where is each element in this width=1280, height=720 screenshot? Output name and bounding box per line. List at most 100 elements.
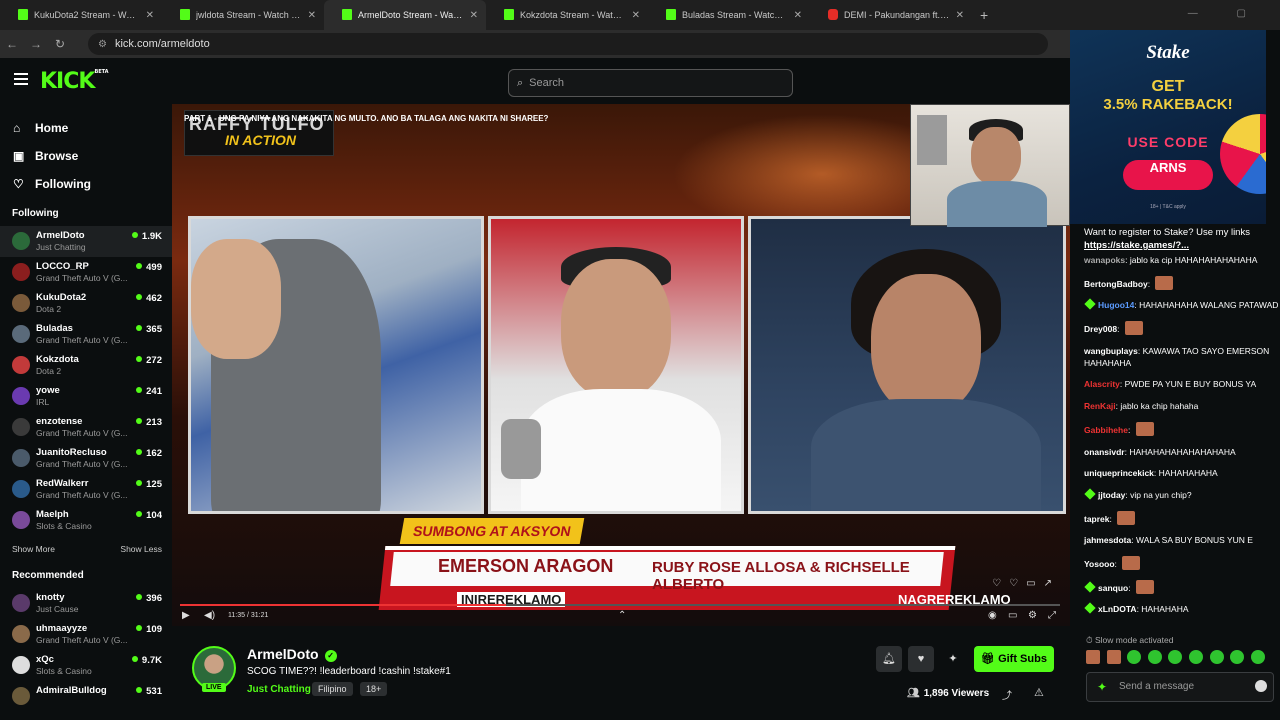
share-icon[interactable]: ⤴ [1002,687,1012,702]
channel-item[interactable]: AdmiralBulldog 531 [0,681,172,712]
channel-viewers: 272 [136,355,162,366]
close-tab-icon[interactable]: ✕ [632,10,640,21]
back-icon[interactable]: ← [0,37,24,51]
chat-username[interactable]: Hugoo14 [1098,300,1134,310]
emote-icon[interactable] [1209,650,1224,664]
fullscreen-icon[interactable]: ⤢ [1048,610,1056,621]
sparkle-icon[interactable]: ✦ [1097,680,1107,694]
channel-category: IRL [36,397,50,407]
channel-item[interactable]: uhmaayyze Grand Theft Auto V (G... 109 [0,619,172,650]
streamer-name[interactable]: ArmelDoto ✓ [247,646,337,662]
chat-input[interactable]: ✦ Send a message [1086,672,1274,702]
browser-tab[interactable]: ArmelDoto Stream - Watch ✕ [324,0,486,30]
chat-username[interactable]: jjtoday [1098,490,1125,500]
show-more-button[interactable]: Show More [12,544,55,554]
chat-username[interactable]: wanapoks [1084,255,1125,265]
nav-item-browse[interactable]: ▣ Browse [0,142,172,170]
channel-viewers: 365 [136,324,162,335]
close-tab-icon[interactable]: ✕ [308,10,316,21]
stream-category[interactable]: Just Chatting [247,684,311,695]
play-icon[interactable]: ▶ [182,610,190,621]
channel-item[interactable]: enzotense Grand Theft Auto V (G... 213 [0,412,172,443]
close-tab-icon[interactable]: ✕ [794,10,802,21]
channel-item[interactable]: yowe IRL 241 [0,381,172,412]
emoji-picker-icon[interactable] [1255,680,1267,692]
browser-tab[interactable]: Kokzdota Stream - Watch Live o ✕ [486,0,648,30]
boost-icon[interactable]: ✦ [940,646,966,672]
channel-item[interactable]: Kokzdota Dota 2 272 [0,350,172,381]
ad-code-button[interactable]: ARNS [1123,160,1213,190]
chat-username[interactable]: onansivdr [1084,447,1125,457]
emote-bar [1086,650,1271,664]
forward-icon[interactable]: → [24,37,48,51]
chat-username[interactable]: Drey008 [1084,324,1117,334]
chevron-up-icon[interactable]: ⌃ [618,610,626,621]
report-icon[interactable]: ⚠ [1034,686,1044,699]
emote-icon[interactable] [1147,650,1162,664]
chat-message: Gabbihehe: [1084,421,1280,436]
emote-icon[interactable] [1188,650,1203,664]
avatar [12,449,30,467]
chat-username[interactable]: BertongBadboy [1084,279,1148,289]
emote-icon[interactable] [1086,650,1100,664]
stake-ad-banner[interactable]: Stake GET 3.5% RAKEBACK! USE CODE ARNS 1… [1070,30,1266,224]
chat-username[interactable]: Gabbihehe [1084,425,1128,435]
channel-item[interactable]: ArmelDoto Just Chatting 1.9K [0,226,172,257]
channel-item[interactable]: xQc Slots & Casino 9.7K [0,650,172,681]
video-player[interactable]: RAFFY TULFO IN ACTION PART 1 - UNG PA NI… [172,104,1070,626]
channel-item[interactable]: Buladas Grand Theft Auto V (G... 365 [0,319,172,350]
channel-item[interactable]: KukuDota2 Dota 2 462 [0,288,172,319]
browser-tab[interactable]: jwldota Stream - Watch Live on ✕ [162,0,324,30]
volume-icon[interactable]: ◀) [204,610,215,621]
clip-actions[interactable]: ♡♡▭↗ [992,578,1060,589]
chat-username[interactable]: RenKaji [1084,401,1116,411]
menu-icon[interactable] [14,73,28,85]
kick-logo[interactable]: KICKBETA [40,69,109,94]
chat-username[interactable]: Yosooo [1084,559,1115,569]
browser-tab[interactable]: KukuDota2 Stream - Watch Live o ✕ [0,0,162,30]
channel-item[interactable]: LOCCO_RP Grand Theft Auto V (G... 499 [0,257,172,288]
chat-username[interactable]: jahmesdota [1084,535,1131,545]
emote-icon[interactable] [1168,650,1183,664]
channel-item[interactable]: JuanitoRecluso Grand Theft Auto V (G... 16… [0,443,172,474]
chat-username[interactable]: wangbuplays [1084,346,1138,356]
chat-text: HAHAHAHAHAHAHAHAHA [1129,446,1236,457]
show-less-button[interactable]: Show Less [120,544,162,554]
channel-item[interactable]: knotty Just Cause 396 [0,588,172,619]
tag-age[interactable]: 18+ [360,682,388,696]
chat-username[interactable]: uniqueprincekick [1084,468,1154,478]
follow-heart-icon[interactable]: ♥ [908,646,934,672]
chat-username[interactable]: xLnDOTA [1098,604,1137,614]
pinned-link[interactable]: https://stake.games/?... [1084,239,1280,252]
window-controls[interactable]: — ▢ [1188,8,1264,19]
close-tab-icon[interactable]: ✕ [146,10,154,21]
emote-icon[interactable] [1250,650,1265,664]
browser-tab[interactable]: Buladas Stream - Watch Live on ✕ [648,0,810,30]
emote-icon[interactable] [1230,650,1245,664]
nav-item-following[interactable]: ♡ Following [0,170,172,198]
emote-icon[interactable] [1127,650,1142,664]
chat-username[interactable]: Alascrity [1084,379,1120,389]
site-info-icon[interactable]: ⚙ [98,39,107,50]
search-input[interactable]: ⌕ Search [508,69,793,97]
gift-subs-button[interactable]: 🎁︎ Gift Subs [974,646,1054,672]
chat-username[interactable]: sanquo [1098,583,1128,593]
close-tab-icon[interactable]: ✕ [470,10,478,21]
theater-icon[interactable]: ▭ [1008,610,1017,621]
tag-language[interactable]: Filipino [312,682,353,696]
url-field[interactable]: ⚙ kick.com/armeldoto [88,33,1048,55]
notification-bell-icon[interactable]: 🔔︎ [876,646,902,672]
emote-icon [1124,321,1143,336]
close-tab-icon[interactable]: ✕ [956,10,964,21]
settings-icon[interactable]: ⚙ [1028,610,1037,621]
channel-item[interactable]: RedWalkerr Grand Theft Auto V (G... 125 [0,474,172,505]
browser-tab[interactable]: DEMI - Pakundangan ft. Hev Ab ✕ [810,0,972,30]
toggle-icon[interactable]: ◉ [988,610,997,621]
new-tab-icon[interactable]: + [980,7,988,23]
chat-username[interactable]: taprek [1084,514,1110,524]
progress-bar[interactable] [180,604,1060,606]
reload-icon[interactable]: ↻ [48,37,72,51]
nav-item-home[interactable]: ⌂ Home [0,114,172,142]
channel-item[interactable]: Maelph Slots & Casino 104 [0,505,172,536]
emote-icon[interactable] [1106,650,1121,664]
